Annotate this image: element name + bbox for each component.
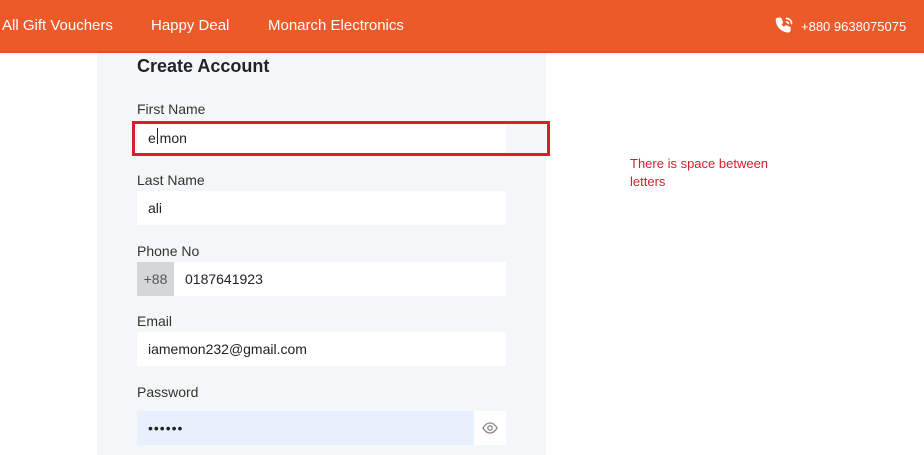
last-name-label: Last Name — [137, 172, 205, 188]
nav-link-happy-deal[interactable]: Happy Deal — [151, 17, 229, 34]
country-code-prefix: +88 — [137, 262, 174, 296]
eye-icon — [482, 422, 498, 434]
text-cursor — [157, 128, 158, 144]
password-label: Password — [137, 384, 199, 400]
first-name-input[interactable] — [137, 121, 506, 155]
password-input[interactable]: •••••• — [137, 411, 474, 445]
phone-label: Phone No — [137, 243, 200, 259]
phone-input[interactable] — [174, 262, 506, 296]
first-name-label: First Name — [137, 101, 206, 117]
nav-link-monarch-electronics[interactable]: Monarch Electronics — [268, 17, 404, 34]
top-navigation-bar: All Gift Vouchers Happy Deal Monarch Ele… — [0, 0, 924, 53]
phone-call-icon — [775, 17, 793, 33]
password-visibility-toggle[interactable] — [474, 411, 506, 445]
annotation-note: There is space between letters — [630, 156, 769, 189]
email-label: Email — [137, 313, 173, 329]
last-name-input[interactable] — [137, 191, 506, 225]
nav-link-all-gift-vouchers[interactable]: All Gift Vouchers — [2, 17, 113, 34]
email-input[interactable] — [137, 332, 506, 366]
page-title: Create Account — [137, 56, 270, 76]
header-phone-contact[interactable]: +880 9638075075 — [774, 16, 906, 36]
header-phone-number: +880 9638075075 — [801, 18, 907, 34]
